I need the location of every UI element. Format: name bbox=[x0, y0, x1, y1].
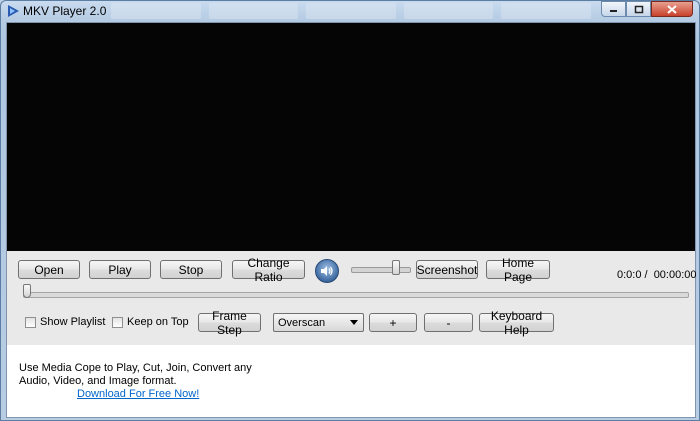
promo-line-1: Use Media Cope to Play, Cut, Join, Conve… bbox=[19, 362, 252, 374]
window-title: MKV Player 2.0 bbox=[23, 4, 107, 18]
control-panel: Open Play Stop Change Ratio Screenshot H… bbox=[7, 251, 697, 345]
change-ratio-button[interactable]: Change Ratio bbox=[232, 256, 305, 284]
mute-button[interactable] bbox=[315, 259, 339, 283]
show-playlist-label: Show Playlist bbox=[40, 316, 106, 328]
keyboard-help-button[interactable]: Keyboard Help bbox=[479, 309, 554, 337]
window-controls bbox=[601, 1, 693, 17]
minimize-icon bbox=[610, 10, 617, 12]
minus-button[interactable]: - bbox=[424, 313, 473, 332]
keep-on-top-label: Keep on Top bbox=[127, 316, 189, 328]
volume-slider-track[interactable] bbox=[351, 267, 411, 273]
close-button[interactable] bbox=[651, 1, 693, 17]
player-client-area: Open Play Stop Change Ratio Screenshot H… bbox=[6, 22, 697, 418]
keep-on-top-checkbox-box[interactable] bbox=[112, 316, 123, 328]
video-display[interactable] bbox=[7, 23, 695, 251]
show-playlist-checkbox[interactable]: Show Playlist bbox=[25, 316, 105, 328]
minimize-button[interactable] bbox=[601, 1, 626, 17]
maximize-button[interactable] bbox=[626, 1, 651, 17]
dropdown-arrow-icon bbox=[350, 320, 358, 325]
background-taskbar bbox=[111, 3, 591, 19]
stop-button[interactable]: Stop bbox=[160, 260, 222, 279]
keep-on-top-checkbox[interactable]: Keep on Top bbox=[112, 316, 189, 328]
frame-step-button[interactable]: Frame Step bbox=[198, 309, 261, 337]
app-logo-icon bbox=[8, 5, 19, 17]
app-window: MKV Player 2.0 Open Play Stop Change Rat… bbox=[0, 0, 700, 421]
screenshot-button[interactable]: Screenshot bbox=[416, 260, 478, 279]
home-page-button[interactable]: Home Page bbox=[486, 256, 550, 284]
seek-bar-thumb[interactable] bbox=[23, 284, 31, 298]
promo-line-2: Audio, Video, and Image format. bbox=[19, 375, 177, 387]
time-readout: 0:0:0 / 00:00:00 bbox=[617, 269, 697, 281]
open-button[interactable]: Open bbox=[18, 260, 80, 279]
maximize-icon bbox=[634, 5, 643, 13]
download-link[interactable]: Download For Free Now! bbox=[77, 388, 199, 400]
scan-mode-selected-value: Overscan bbox=[278, 316, 326, 329]
speaker-icon bbox=[321, 266, 333, 276]
close-icon bbox=[667, 4, 677, 14]
show-playlist-checkbox-box[interactable] bbox=[25, 316, 36, 328]
play-button[interactable]: Play bbox=[89, 260, 151, 279]
seek-bar-track[interactable] bbox=[23, 292, 689, 298]
plus-button[interactable]: + bbox=[369, 313, 417, 332]
title-bar[interactable]: MKV Player 2.0 bbox=[1, 1, 699, 21]
promo-panel: Use Media Cope to Play, Cut, Join, Conve… bbox=[7, 345, 695, 417]
scan-mode-dropdown[interactable]: Overscan bbox=[273, 313, 364, 332]
volume-slider-thumb[interactable] bbox=[392, 260, 400, 275]
